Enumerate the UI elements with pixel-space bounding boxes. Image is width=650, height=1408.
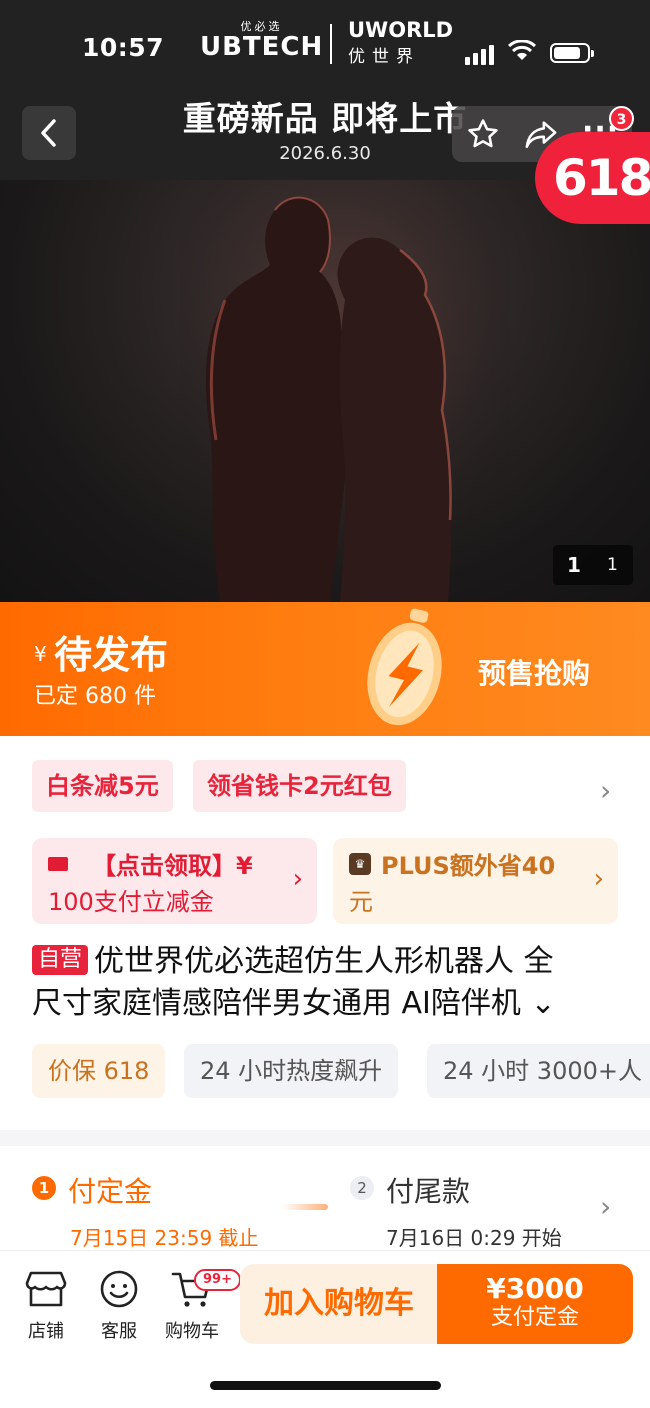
battery-icon <box>550 43 594 63</box>
deposit-steps[interactable]: 1 付定金 7月15日 23:59 截止 2 付尾款 7月16日 0:29 开始… <box>0 1146 650 1250</box>
coupon-baitiao[interactable]: 白条减5元 <box>32 760 173 812</box>
product-info: 白条减5元 领省钱卡2元红包 › 【点击领取】¥ 100支付立减金 › ♛ PLU… <box>0 736 650 1130</box>
brand-divider <box>330 24 332 64</box>
step-2-date: 7月16日 0:29 开始 <box>386 1226 562 1250</box>
brand-uworld: UWORLD <box>348 18 454 42</box>
self-operated-badge: 自营 <box>32 944 89 975</box>
page-current: 1 <box>567 553 581 577</box>
step-1-number: 1 <box>32 1176 56 1200</box>
step-1-date: 7月15日 23:59 截止 <box>70 1226 259 1250</box>
tab-cart-label: 购物车 <box>165 1321 219 1342</box>
tag-trending[interactable]: 24 小时热度飙升 <box>184 1044 399 1098</box>
presale-label: 预售抢购 <box>478 657 591 690</box>
hero-section: 10:57 优必选 UBTECH UWORLD 优世界 重磅新品 即将上市 20… <box>0 0 650 602</box>
step-2-label: 付尾款 <box>386 1175 471 1208</box>
chevron-right-icon[interactable]: › <box>600 774 611 807</box>
stopwatch-icon <box>367 608 442 726</box>
step-2-number: 2 <box>350 1176 374 1200</box>
home-indicator <box>210 1381 441 1390</box>
card-icon <box>48 857 68 871</box>
product-title-line1-row: 自营 优世界优必选超仿生人形机器人 全 <box>32 942 632 982</box>
payment-discount-line2: 100支付立减金 <box>48 888 214 916</box>
payment-discount-line1: 【点击领取】¥ <box>92 852 253 880</box>
pay-deposit-button[interactable]: ¥3000 支付定金 <box>437 1264 633 1344</box>
cart-count-badge: 99+ <box>194 1269 241 1291</box>
promo-618-badge[interactable]: 618 <box>535 132 650 224</box>
customer-service-icon <box>100 1270 138 1308</box>
payment-discount-card[interactable]: 【点击领取】¥ 100支付立减金 › <box>32 838 317 924</box>
tab-service-label: 客服 <box>101 1321 137 1342</box>
price-status: 待发布 <box>54 633 169 677</box>
store-icon <box>25 1271 67 1307</box>
notification-badge: 3 <box>609 106 634 131</box>
chevron-right-icon: › <box>292 864 303 894</box>
price-banner: ¥ 待发布 已定 680 件 预售抢购 <box>0 602 650 736</box>
tab-service[interactable]: 客服 <box>89 1269 149 1343</box>
hero-image[interactable] <box>180 180 510 602</box>
tab-store[interactable]: 店铺 <box>16 1269 76 1343</box>
chevron-right-icon: › <box>593 864 604 894</box>
product-title-line2[interactable]: 尺寸家庭情感陪伴男女通用 AI陪伴机 ⌄ <box>32 984 632 1024</box>
brand-ubtech: UBTECH <box>200 32 324 62</box>
page-total: 1 <box>607 555 618 575</box>
pay-deposit-amount: ¥3000 <box>486 1272 584 1305</box>
tab-store-label: 店铺 <box>28 1321 64 1342</box>
product-title-line1: 优世界优必选超仿生人形机器人 全 <box>94 944 554 979</box>
pay-deposit-label: 支付定金 <box>490 1305 579 1330</box>
status-bar: 10:57 优必选 UBTECH UWORLD 优世界 <box>0 18 650 78</box>
coupon-savings-card[interactable]: 领省钱卡2元红包 <box>193 760 406 812</box>
sold-count: 已定 680 件 <box>34 684 156 709</box>
crown-icon: ♛ <box>349 853 371 875</box>
step-arrow <box>282 1204 328 1210</box>
wifi-icon <box>508 40 536 60</box>
signal-icon <box>465 43 499 65</box>
add-to-cart-button[interactable]: 加入购物车 <box>240 1264 438 1344</box>
plus-discount-line2: 元 <box>349 888 373 916</box>
step-1-label: 付定金 <box>68 1175 153 1208</box>
tag-price-protect[interactable]: 价保 618 <box>32 1044 166 1098</box>
star-icon[interactable] <box>466 117 500 151</box>
brand-uworld-cn: 优世界 <box>348 47 420 67</box>
image-page-indicator: 1 1 <box>553 545 633 585</box>
plus-discount-card[interactable]: ♛ PLUS额外省40 元 › <box>333 838 618 924</box>
status-time: 10:57 <box>82 33 165 62</box>
currency-symbol: ¥ <box>34 642 47 666</box>
plus-discount-line1: PLUS额外省40 <box>381 852 556 880</box>
chevron-right-icon[interactable]: › <box>600 1190 611 1223</box>
tag-popularity[interactable]: 24 小时 3000+人 <box>427 1044 650 1098</box>
